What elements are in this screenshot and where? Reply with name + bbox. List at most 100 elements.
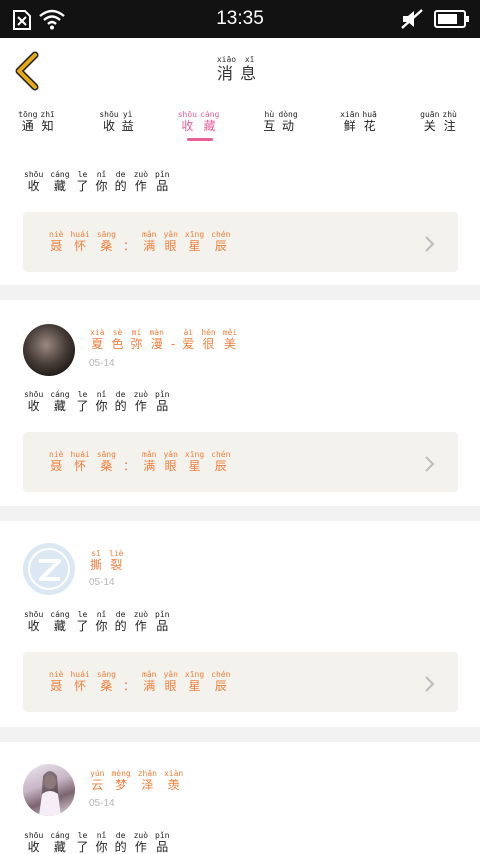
- ruby-char: 桑sāng: [96, 670, 116, 693]
- username[interactable]: 撕sī 裂liè: [90, 549, 130, 573]
- ruby-char: 消xiāo: [216, 55, 237, 83]
- ruby-char: 息xī: [240, 55, 260, 83]
- tab-0[interactable]: 通tōng知zhī: [0, 110, 78, 134]
- pinyin: sāng: [96, 230, 116, 239]
- ruby-char: 注zhù: [442, 110, 457, 133]
- pinyin: pǐn: [155, 390, 170, 399]
- pinyin: le: [76, 610, 89, 619]
- ruby-char: 桑sāng: [96, 450, 116, 473]
- ruby-char: 动dòng: [278, 110, 298, 133]
- pinyin: cáng: [200, 110, 220, 119]
- pinyin: huái: [70, 450, 90, 459]
- pinyin: sè: [111, 328, 124, 337]
- pinyin: niè: [49, 450, 64, 459]
- ruby-char: 泽zhǎn: [137, 769, 157, 792]
- ruby-char: 作zuò: [133, 170, 149, 193]
- avatar[interactable]: [23, 324, 75, 376]
- ruby-char: 眼yǎn: [163, 670, 178, 693]
- ruby-char: 漫màn: [149, 328, 164, 351]
- ruby-char: 美měi: [222, 328, 238, 351]
- ruby-char: 收shōu: [24, 610, 44, 633]
- ruby-char: 藏cáng: [200, 110, 220, 133]
- ruby-char: 作zuò: [133, 610, 149, 633]
- ruby-char: 你nǐ: [95, 610, 108, 633]
- ruby-char: 聂niè: [49, 230, 64, 253]
- pinyin: xià: [90, 328, 105, 337]
- ruby-char: 聂niè: [49, 450, 64, 473]
- ruby-char: 很hěn: [201, 328, 216, 351]
- tab-5[interactable]: 关guān注zhù: [400, 110, 480, 134]
- pinyin: cáng: [50, 610, 70, 619]
- pinyin: guān: [420, 110, 440, 119]
- header-bar: 消xiāo息xī: [0, 38, 480, 105]
- pinyin: niè: [49, 670, 64, 679]
- ruby-char: 裂liè: [109, 549, 124, 572]
- pinyin: mí: [130, 328, 143, 337]
- date: 05-14: [89, 577, 115, 588]
- ruby-char: 作zuò: [133, 390, 149, 413]
- pinyin: dòng: [278, 110, 298, 119]
- ruby-char: 通tōng: [18, 110, 38, 133]
- tab-2[interactable]: 收shōu藏cáng: [160, 110, 240, 134]
- ruby-char: ：: [122, 679, 135, 693]
- ruby-char: 色sè: [111, 328, 124, 351]
- pinyin: nǐ: [95, 170, 108, 179]
- pinyin: měi: [222, 328, 238, 337]
- ruby-char: 花huā: [362, 110, 377, 133]
- ruby-char: 怀huái: [70, 670, 90, 693]
- pinyin: yǎn: [163, 450, 178, 459]
- pinyin: yǎn: [163, 230, 178, 239]
- ruby-char: 星xīng: [184, 450, 205, 473]
- pinyin: shōu: [24, 170, 44, 179]
- pinyin: xiān: [340, 110, 360, 119]
- work-link[interactable]: 聂niè 怀huái 桑sāng ： 满mǎn 眼yǎn 星xīng 辰chén: [23, 432, 458, 492]
- work-link[interactable]: 聂niè 怀huái 桑sāng ： 满mǎn 眼yǎn 星xīng 辰chén: [23, 212, 458, 272]
- pinyin: zuò: [133, 170, 149, 179]
- ruby-char: 收shōu: [177, 110, 197, 133]
- tab-4[interactable]: 鲜xiān花huā: [320, 110, 400, 134]
- list-item: 收shōu 藏cáng 了le 你nǐ 的de 作zuò 品pǐn 聂niè 怀huái 桑sā…: [0, 144, 480, 285]
- pinyin: sāng: [96, 450, 116, 459]
- work-title: 聂niè 怀huái 桑sāng ： 满mǎn 眼yǎn 星xīng 辰chén: [49, 230, 237, 254]
- ruby-char: 夏xià: [90, 328, 105, 351]
- pinyin: xī: [240, 55, 260, 64]
- pinyin: le: [76, 390, 89, 399]
- username[interactable]: 夏xià 色sè 弥mí 漫màn- 爱ài 很hěn 美měi: [90, 328, 244, 352]
- pinyin: nǐ: [95, 390, 108, 399]
- work-link[interactable]: 聂niè 怀huái 桑sāng ： 满mǎn 眼yǎn 星xīng 辰chén: [23, 652, 458, 712]
- pinyin: yún: [90, 769, 105, 778]
- pinyin: chén: [211, 670, 231, 679]
- ruby-char: 藏cáng: [50, 831, 70, 854]
- ruby-char: 品pǐn: [155, 170, 170, 193]
- username[interactable]: 云yún 梦mèng 泽zhǎn 羡xiàn: [90, 769, 190, 793]
- pinyin: pǐn: [155, 610, 170, 619]
- pinyin: huái: [70, 230, 90, 239]
- tab-3[interactable]: 互hù动dòng: [242, 110, 322, 134]
- ruby-char: 撕sī: [90, 549, 103, 572]
- pinyin: hěn: [201, 328, 216, 337]
- ruby-char: 知zhī: [40, 110, 55, 133]
- pinyin: mèng: [111, 769, 131, 778]
- ruby-char: 益yì: [121, 110, 134, 133]
- ruby-char: 怀huái: [70, 450, 90, 473]
- pinyin: chén: [211, 450, 231, 459]
- ruby-char: 的de: [114, 390, 127, 413]
- pinyin: huái: [70, 670, 90, 679]
- ruby-char: 星xīng: [184, 230, 205, 253]
- ruby-char: 满mǎn: [142, 230, 157, 253]
- date: 05-14: [89, 798, 115, 809]
- pinyin: shōu: [99, 110, 119, 119]
- pinyin: mǎn: [142, 230, 157, 239]
- ruby-char: 怀huái: [70, 230, 90, 253]
- ruby-char: 聂niè: [49, 670, 64, 693]
- default-avatar-icon[interactable]: [23, 543, 75, 595]
- page-title: 消xiāo息xī: [0, 55, 480, 84]
- pinyin: de: [114, 610, 127, 619]
- pinyin: nǐ: [95, 610, 108, 619]
- ruby-char: 收shōu: [99, 110, 119, 133]
- ruby-char: 收shōu: [24, 831, 44, 854]
- tab-1[interactable]: 收shōu益yì: [78, 110, 158, 134]
- ruby-char: 辰chén: [211, 450, 231, 473]
- avatar[interactable]: [23, 764, 75, 816]
- action-text: 收shōu 藏cáng 了le 你nǐ 的de 作zuò 品pǐn: [24, 831, 176, 854]
